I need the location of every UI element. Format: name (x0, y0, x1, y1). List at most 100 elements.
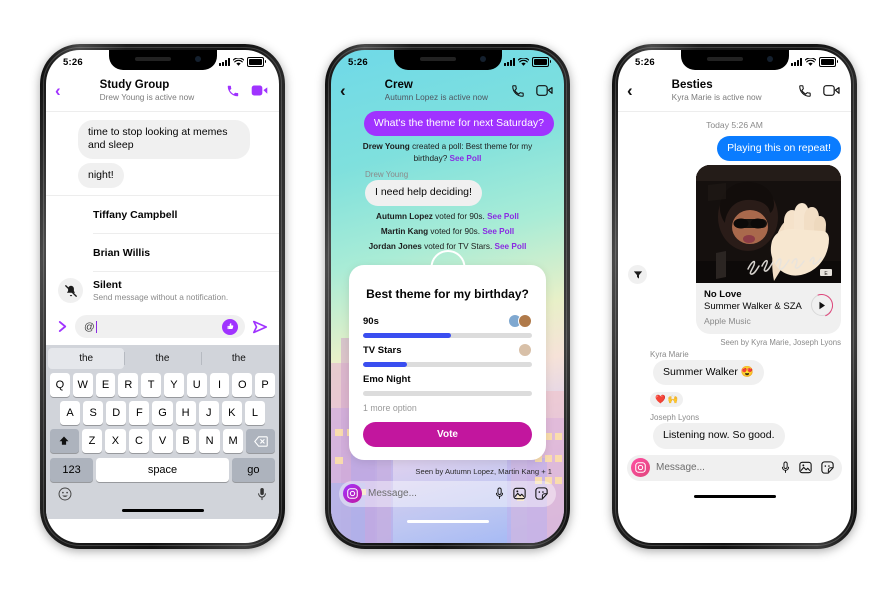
header-actions (226, 84, 268, 98)
camera-icon[interactable] (631, 458, 650, 478)
key-b[interactable]: B (175, 429, 197, 454)
key-l[interactable]: L (244, 401, 265, 426)
poll-option[interactable]: 90s (363, 314, 532, 338)
message-bubble[interactable]: Summer Walker 😍 (653, 359, 764, 386)
key-x[interactable]: X (105, 429, 126, 454)
message-bubble[interactable]: Playing this on repeat! (717, 136, 841, 162)
screen-study-group: 5:26 ‹ Study Group Drew Young is active … (46, 50, 279, 543)
wifi-icon (805, 57, 816, 66)
phone-crew: 5:26 ‹ Crew Autumn Lopez is active now W… (325, 44, 570, 549)
photo-gallery-icon[interactable] (513, 487, 526, 500)
play-button-icon[interactable] (811, 294, 833, 317)
message-row: Summer Walker 😍 (628, 359, 841, 386)
message-bubble[interactable]: Listening now. So good. (653, 423, 785, 449)
key-s[interactable]: S (83, 401, 104, 426)
key-o[interactable]: O (232, 373, 253, 398)
microphone-icon[interactable] (495, 487, 504, 500)
key-g[interactable]: G (152, 401, 173, 426)
list-item-silent[interactable]: Silent Send message without a notificati… (46, 272, 279, 309)
key-d[interactable]: D (106, 401, 127, 426)
see-poll-link[interactable]: See Poll (487, 212, 519, 221)
key-e[interactable]: E (95, 373, 116, 398)
key-r[interactable]: R (118, 373, 139, 398)
key-y[interactable]: Y (164, 373, 184, 398)
message-input[interactable]: Message... (656, 462, 775, 473)
see-poll-link[interactable]: See Poll (450, 154, 482, 163)
smiley-face-icon[interactable] (58, 487, 72, 501)
key-u[interactable]: U (186, 373, 207, 398)
phone-call-icon[interactable] (511, 84, 525, 98)
poll-card: Best theme for my birthday? 90s TV Stars… (349, 249, 546, 460)
avatar (628, 365, 648, 385)
go-key[interactable]: go (231, 458, 275, 483)
music-card[interactable]: E No Love Summer Walker & SZA Apple Musi… (696, 165, 841, 334)
forward-send-icon[interactable] (628, 265, 647, 284)
numbers-key[interactable]: 123 (50, 458, 94, 483)
message-bubble[interactable]: What's the theme for next Saturday? (363, 111, 554, 137)
chevron-right-icon[interactable] (57, 320, 68, 333)
composer: Message... (627, 454, 842, 481)
home-indicator (618, 490, 851, 504)
poll-option[interactable]: Emo Night (363, 372, 532, 396)
key-f[interactable]: F (129, 401, 150, 426)
microphone-icon[interactable] (257, 487, 267, 501)
video-camera-icon[interactable] (823, 84, 840, 97)
sticker-icon[interactable] (535, 487, 548, 500)
avatar[interactable] (68, 78, 93, 103)
phone-call-icon[interactable] (226, 84, 240, 98)
key-p[interactable]: P (255, 373, 275, 398)
back-chevron-icon[interactable]: ‹ (340, 82, 346, 99)
space-key[interactable]: space (96, 458, 229, 483)
list-item[interactable]: Tiffany Campbell (46, 196, 279, 233)
list-item-label: Tiffany Campbell (93, 208, 178, 221)
key-i[interactable]: I (209, 373, 230, 398)
prediction-0[interactable]: the (48, 348, 125, 370)
message-bubble[interactable]: night! (78, 162, 124, 189)
back-chevron-icon[interactable]: ‹ (627, 82, 633, 99)
key-q[interactable]: Q (50, 373, 70, 398)
photo-gallery-icon[interactable] (799, 461, 812, 474)
poll-option[interactable]: TV Stars (363, 343, 532, 367)
prediction-1[interactable]: the (124, 348, 200, 369)
see-poll-link[interactable]: See Poll (482, 227, 514, 236)
poll-option-bar (363, 390, 532, 396)
key-k[interactable]: K (221, 401, 242, 426)
key-m[interactable]: M (222, 429, 244, 454)
message-input[interactable]: Message... (368, 488, 489, 499)
battery-full-icon (532, 57, 551, 67)
message-input[interactable]: @ (75, 315, 245, 339)
key-j[interactable]: J (198, 401, 219, 426)
key-a[interactable]: A (60, 401, 81, 426)
key-w[interactable]: W (72, 373, 93, 398)
more-options-label[interactable]: 1 more option (363, 403, 532, 413)
avatar (56, 171, 73, 188)
shift-up-icon[interactable] (49, 429, 79, 454)
camera-icon[interactable] (343, 484, 362, 504)
send-arrow-icon[interactable] (252, 320, 268, 334)
see-poll-link[interactable]: See Poll (495, 242, 527, 251)
prediction-2[interactable]: the (200, 348, 277, 369)
vote-button[interactable]: Vote (363, 421, 532, 447)
thumbs-up-icon[interactable] (222, 318, 238, 335)
notch (108, 50, 217, 70)
key-c[interactable]: C (128, 429, 150, 454)
video-camera-icon[interactable] (536, 84, 553, 97)
key-v[interactable]: V (152, 429, 173, 454)
key-h[interactable]: H (175, 401, 196, 426)
message-bubble[interactable]: I need help deciding! (365, 180, 482, 206)
video-camera-icon[interactable] (251, 84, 268, 97)
key-n[interactable]: N (199, 429, 220, 454)
avatar[interactable] (639, 78, 665, 103)
key-t[interactable]: T (141, 373, 161, 398)
backspace-icon[interactable] (246, 429, 276, 454)
list-item[interactable]: Brian Willis (46, 234, 279, 271)
message-bubble[interactable]: time to stop looking at memes and sleep (78, 120, 250, 159)
avatar[interactable] (353, 78, 378, 103)
battery-full-icon (819, 57, 838, 67)
reaction-pill[interactable]: ❤️ 🙌 (650, 392, 684, 408)
key-z[interactable]: Z (81, 429, 103, 454)
back-chevron-icon[interactable]: ‹ (55, 82, 61, 99)
microphone-icon[interactable] (781, 461, 790, 474)
sticker-icon[interactable] (821, 461, 834, 474)
phone-call-icon[interactable] (798, 84, 812, 98)
